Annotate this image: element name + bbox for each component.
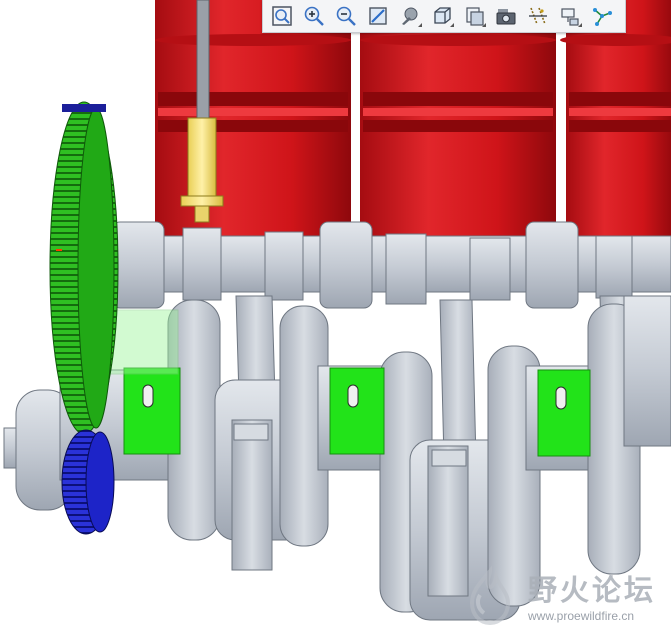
engine-model-canvas [0,0,671,635]
zoom-out-button[interactable] [331,2,361,30]
zoom-fit-button[interactable] [267,2,297,30]
watermark-url: www.proewildfire.cn [528,609,635,623]
camera-button[interactable] [491,2,521,30]
zoom-in-button[interactable] [299,2,329,30]
zoom-fit-icon [272,6,292,26]
datum-display-button[interactable] [523,2,553,30]
zoom-in-icon [304,6,324,26]
repaint-icon [369,7,387,25]
watermark-title: 野火论坛 [528,573,657,607]
annotation-button[interactable] [555,2,585,30]
cam-gear [49,101,119,435]
spin-center-icon [593,8,612,26]
model-viewport[interactable] [0,0,671,635]
repaint-button[interactable] [363,2,393,30]
crank-gear [61,429,115,535]
display-style-button[interactable] [395,2,425,30]
ghost-bearing [109,309,179,375]
saved-views-button[interactable] [427,2,457,30]
view-manager-button[interactable] [459,2,489,30]
cylinder-3 [560,0,671,245]
zoom-out-icon [336,6,356,26]
forum-watermark: 野火论坛 www.proewildfire.cn [458,563,663,629]
cylinder-2 [360,0,556,245]
spin-center-button[interactable] [587,2,617,30]
view-toolbar [262,0,626,33]
camera-icon [496,9,516,25]
flame-logo-icon [469,565,511,626]
datum-display-icon [529,7,547,25]
